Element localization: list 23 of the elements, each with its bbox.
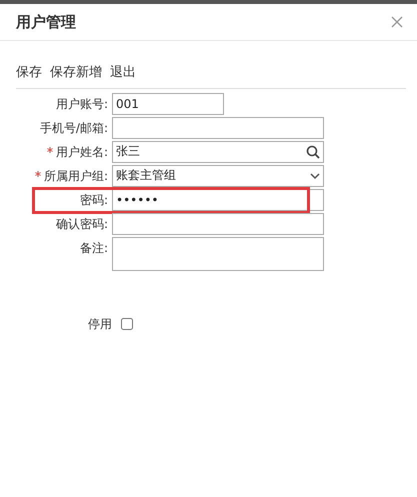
text-field[interactable] xyxy=(112,116,324,138)
select-field[interactable]: 账套主管组 xyxy=(112,164,324,186)
password-field[interactable] xyxy=(112,212,324,234)
close-icon[interactable] xyxy=(391,16,403,28)
field-label: 用户账号: xyxy=(56,96,108,110)
textarea-field[interactable] xyxy=(112,236,324,270)
checkbox-label: 停用 xyxy=(88,316,112,332)
field-label: 密码: xyxy=(80,192,108,206)
field-label: 确认密码: xyxy=(56,216,108,230)
toolbar-button[interactable]: 保存新增 xyxy=(50,63,102,82)
search-field[interactable]: 张三 xyxy=(112,140,324,162)
toolbar-button[interactable]: 保存 xyxy=(16,63,42,82)
field-label: 备注: xyxy=(80,240,108,254)
password-field[interactable]: •••••• xyxy=(112,188,324,210)
dialog-title: 用户管理 xyxy=(16,12,76,33)
toolbar-button[interactable]: 退出 xyxy=(110,63,136,82)
text-field[interactable]: 001 xyxy=(112,92,224,114)
field-label: 所属用户组: xyxy=(44,168,108,182)
search-icon[interactable] xyxy=(306,144,320,158)
checkbox[interactable] xyxy=(121,318,133,330)
caret-icon[interactable] xyxy=(310,172,320,179)
field-label: 手机号/邮箱: xyxy=(40,120,108,134)
field-label: 用户姓名: xyxy=(56,144,108,158)
